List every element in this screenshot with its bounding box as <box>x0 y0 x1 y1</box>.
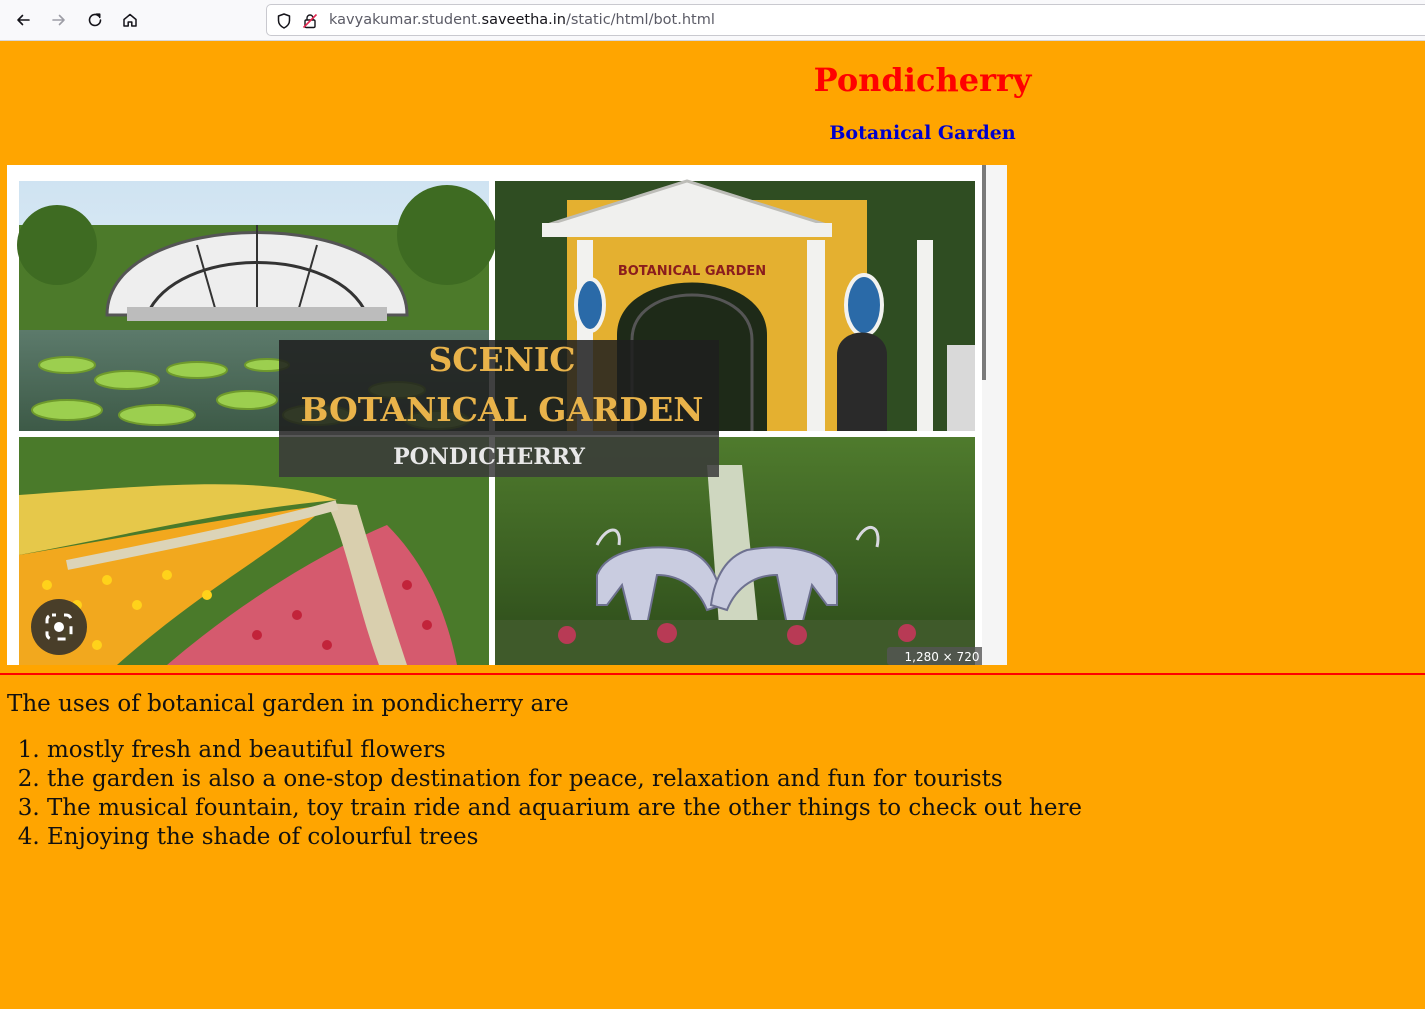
uses-intro: The uses of botanical garden in pondiche… <box>7 691 569 717</box>
browser-toolbar: kavyakumar.student.saveetha.in/static/ht… <box>0 0 1425 41</box>
banner-line-1: SCENIC <box>428 340 575 379</box>
botanical-garden-image: BOTANICAL GARDEN 1,280 × 720 SCENIC BOTA… <box>7 165 1007 665</box>
back-button[interactable] <box>9 6 37 34</box>
forward-button[interactable] <box>45 6 73 34</box>
address-bar[interactable]: kavyakumar.student.saveetha.in/static/ht… <box>266 4 1425 36</box>
page-body: Pondicherry Botanical Garden BOTANICAL G… <box>0 41 1425 1009</box>
url-text[interactable]: kavyakumar.student.saveetha.in/static/ht… <box>329 12 715 28</box>
url-path: /static/html/bot.html <box>565 12 715 28</box>
home-icon <box>123 13 137 27</box>
collage-illustration: BOTANICAL GARDEN 1,280 × 720 SCENIC BOTA… <box>7 165 1007 665</box>
list-item: Enjoying the shade of colourful trees <box>47 823 1082 852</box>
url-subdomain: kavyakumar.student. <box>329 12 482 28</box>
image-size-label: 1,280 × 720 <box>905 650 980 664</box>
horizontal-rule <box>0 673 1425 675</box>
list-item: The musical fountain, toy train ride and… <box>47 794 1082 823</box>
banner-line-3: PONDICHERRY <box>393 444 585 470</box>
home-button[interactable] <box>116 6 144 34</box>
list-item: the garden is also a one-stop destinatio… <box>47 765 1082 794</box>
page-title: Pondicherry <box>813 61 1032 99</box>
page-subtitle: Botanical Garden <box>829 122 1016 144</box>
title-banner: SCENIC BOTANICAL GARDEN PONDICHERRY <box>279 340 719 477</box>
arrow-right-icon <box>52 14 65 26</box>
uses-list: mostly fresh and beautiful flowers the g… <box>47 736 1082 852</box>
reload-button[interactable] <box>81 6 109 34</box>
image-scrollbar <box>982 165 986 380</box>
shield-icon[interactable] <box>275 12 293 30</box>
url-domain: saveetha.in <box>481 12 566 28</box>
arrow-left-icon <box>17 14 30 26</box>
insecure-lock-icon[interactable] <box>301 12 319 30</box>
banner-line-2: BOTANICAL GARDEN <box>301 390 704 429</box>
list-item: mostly fresh and beautiful flowers <box>47 736 1082 765</box>
arch-text: BOTANICAL GARDEN <box>618 264 766 279</box>
reload-icon <box>88 13 102 27</box>
